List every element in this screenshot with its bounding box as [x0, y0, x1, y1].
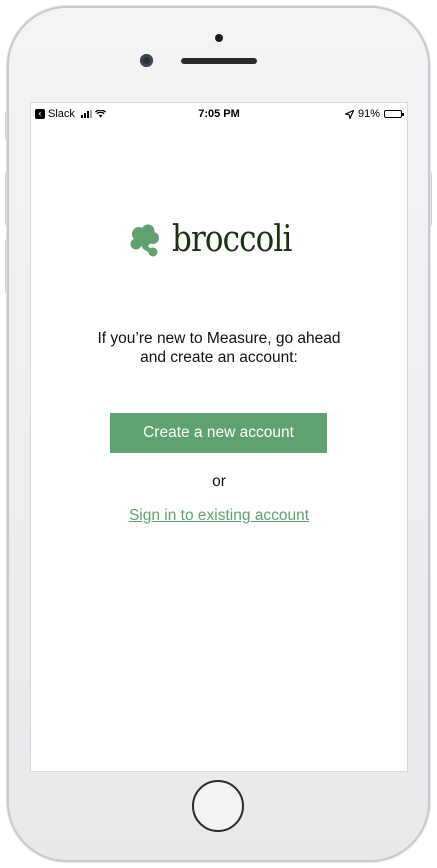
- home-button[interactable]: [192, 780, 244, 832]
- front-camera: [140, 54, 153, 67]
- status-right: 91%: [344, 108, 404, 120]
- status-bar: ‹ Slack 7:05 PM 91%: [31, 103, 407, 125]
- earpiece-speaker: [181, 58, 257, 64]
- phone-screen: ‹ Slack 7:05 PM 91% broccoli If you’re n…: [30, 102, 408, 772]
- intro-line-2: and create an account:: [140, 349, 298, 366]
- brand-name: broccoli: [171, 219, 292, 260]
- sign-in-link[interactable]: Sign in to existing account: [31, 507, 407, 525]
- battery-icon: [384, 110, 404, 118]
- brand-logo: broccoli: [31, 219, 407, 260]
- create-account-button[interactable]: Create a new account: [110, 413, 327, 453]
- intro-text: If you’re new to Measure, go ahead and c…: [51, 329, 387, 367]
- broccoli-icon: [130, 224, 159, 256]
- battery-percent: 91%: [357, 108, 380, 120]
- or-separator: or: [212, 473, 226, 490]
- proximity-sensor: [215, 34, 223, 42]
- intro-line-1: If you’re new to Measure, go ahead: [97, 330, 341, 347]
- power-button[interactable]: [428, 172, 432, 226]
- location-arrow-icon: [344, 109, 354, 119]
